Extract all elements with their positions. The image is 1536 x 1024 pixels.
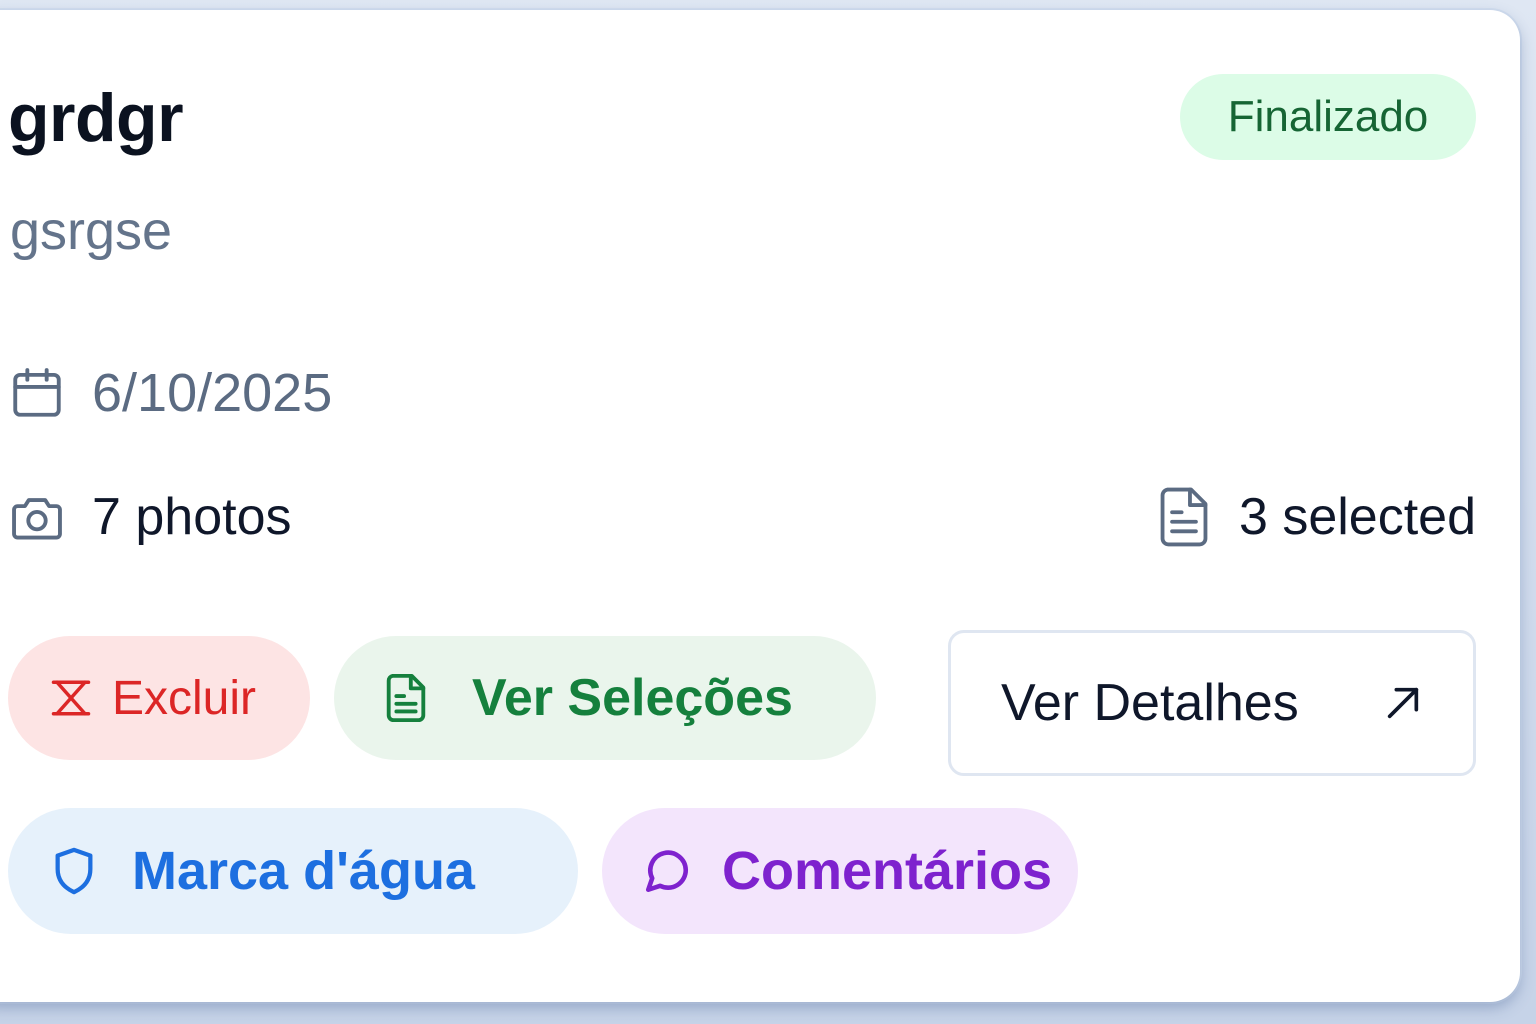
project-subtitle: gsrgse — [10, 201, 173, 261]
watermark-label: Marca d'água — [132, 841, 475, 901]
selected-row: 3 selected — [1157, 486, 1476, 548]
camera-icon — [8, 488, 66, 546]
view-selections-label: Ver Seleções — [472, 669, 793, 727]
message-circle-icon — [642, 846, 692, 896]
date-row: 6/10/2025 — [8, 364, 332, 422]
x-icon — [50, 677, 92, 719]
shield-icon — [50, 846, 98, 896]
selected-count: 3 selected — [1238, 488, 1476, 546]
document-icon — [1157, 486, 1211, 548]
file-text-icon — [384, 673, 428, 723]
view-details-button[interactable]: Ver Detalhes — [948, 630, 1476, 776]
watermark-button[interactable]: Marca d'água — [8, 808, 578, 934]
calendar-icon — [8, 364, 66, 422]
delete-button[interactable]: Excluir — [8, 636, 310, 760]
photos-row: 7 photos — [8, 488, 292, 546]
view-details-label: Ver Detalhes — [1001, 674, 1299, 732]
delete-button-label: Excluir — [112, 671, 257, 725]
photo-count: 7 photos — [92, 488, 292, 546]
status-badge: Finalizado — [1180, 74, 1476, 160]
view-selections-button[interactable]: Ver Seleções — [334, 636, 876, 760]
comments-label: Comentários — [722, 841, 1053, 901]
comments-button[interactable]: Comentários — [602, 808, 1078, 934]
project-title: grdgr — [8, 80, 184, 156]
project-date: 6/10/2025 — [92, 363, 333, 423]
arrow-up-right-icon — [1383, 683, 1473, 723]
